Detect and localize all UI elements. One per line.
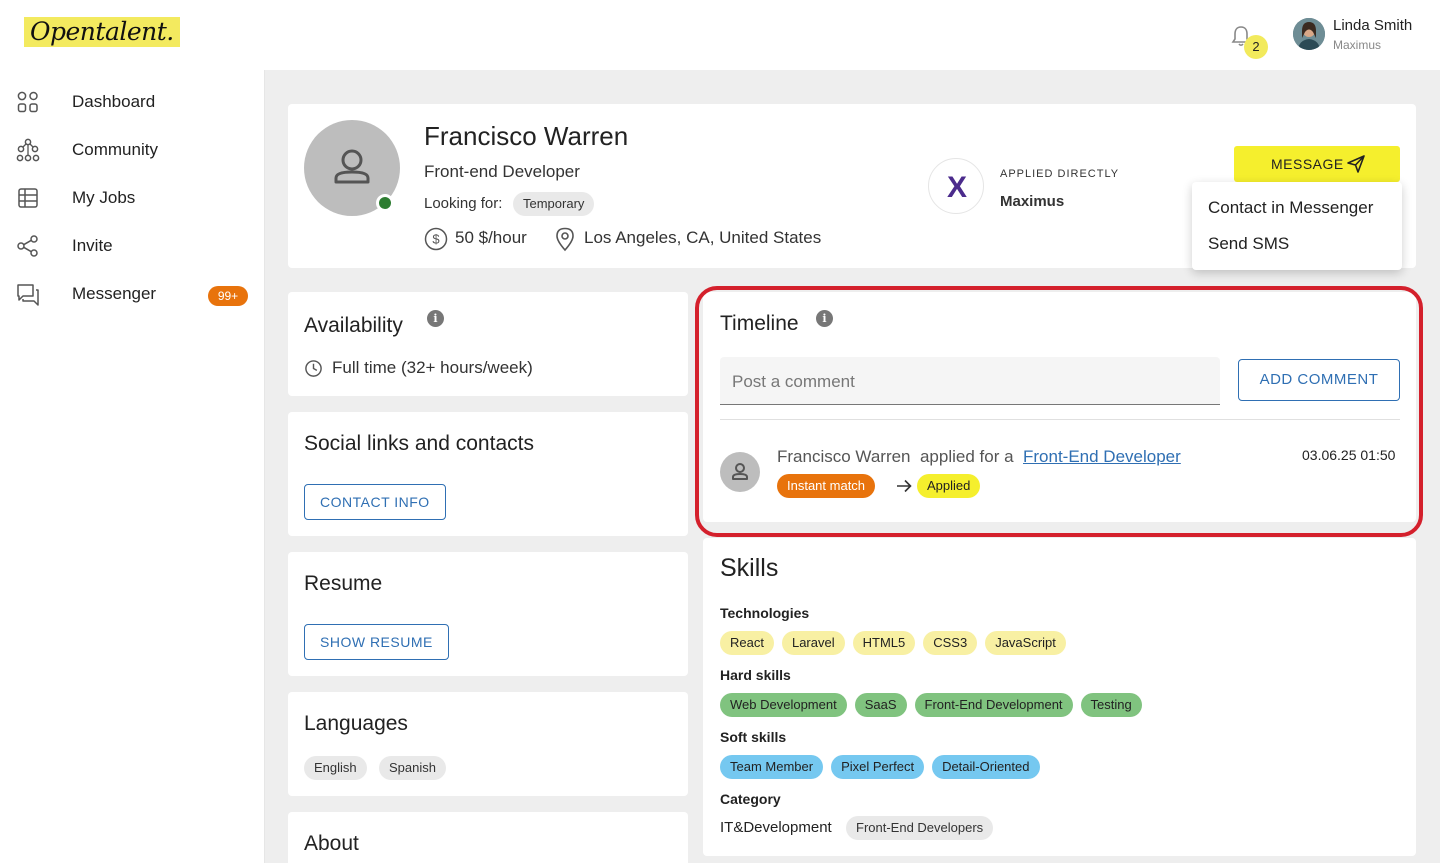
availability-title: Availability <box>304 314 403 337</box>
show-resume-button[interactable]: SHOW RESUME <box>304 624 449 660</box>
resume-title: Resume <box>304 572 383 595</box>
skill-chip: React <box>720 631 774 655</box>
company-logo: X <box>928 158 984 214</box>
company-name: Maximus <box>1000 193 1065 210</box>
category-value: IT&Development <box>720 819 832 836</box>
skill-chip: JavaScript <box>985 631 1066 655</box>
language-chip: Spanish <box>379 756 446 780</box>
sidebar-item-label: Community <box>72 140 158 159</box>
user-organization: Maximus <box>1333 38 1382 52</box>
sidebar-item-messenger[interactable]: Messenger 99+ <box>0 274 265 314</box>
sidebar-item-my-jobs[interactable]: My Jobs <box>0 178 265 218</box>
sidebar-item-community[interactable]: Community <box>0 130 265 170</box>
dashboard-icon <box>17 91 38 113</box>
messenger-unread-badge: 99+ <box>208 286 248 306</box>
menu-item-contact-in-messenger[interactable]: Contact in Messenger <box>1208 198 1373 218</box>
community-icon <box>16 138 40 162</box>
soft-skills-label: Soft skills <box>720 729 787 745</box>
location-pin-icon <box>556 227 574 252</box>
user-avatar[interactable] <box>1293 18 1325 50</box>
app-logo[interactable]: Opentalent. <box>24 17 180 47</box>
messenger-icon <box>17 284 39 306</box>
sidebar-item-invite[interactable]: Invite <box>0 226 265 266</box>
skill-chip: Front-End Development <box>914 693 1073 717</box>
skills-title: Skills <box>720 554 779 582</box>
candidate-location: Los Angeles, CA, United States <box>584 228 822 247</box>
jobs-icon <box>18 188 38 208</box>
user-name[interactable]: Linda Smith <box>1333 17 1412 34</box>
language-chip: English <box>304 756 367 780</box>
sidebar-item-label: Dashboard <box>72 92 156 111</box>
category-label: Category <box>720 791 781 807</box>
social-links-card: Social links and contacts CONTACT INFO <box>288 412 688 536</box>
availability-value: Full time (32+ hours/week) <box>332 358 533 377</box>
looking-for-label: Looking for: <box>424 195 503 212</box>
message-options-menu: Contact in Messenger Send SMS <box>1192 182 1402 270</box>
sidebar-item-label: My Jobs <box>72 188 136 207</box>
skill-chip: CSS3 <box>923 631 978 655</box>
timeline-highlight-outline <box>695 286 1423 537</box>
send-icon <box>1347 155 1365 173</box>
languages-card: Languages English Spanish <box>288 692 688 796</box>
skill-chip: Team Member <box>720 755 824 779</box>
notification-count-badge: 2 <box>1244 35 1268 59</box>
skill-chip: HTML5 <box>852 631 916 655</box>
sidebar-item-dashboard[interactable]: Dashboard <box>0 82 265 122</box>
looking-for-chip: Temporary <box>513 192 595 216</box>
technologies-list: React Laravel HTML5 CSS3 JavaScript <box>720 631 1066 655</box>
candidate-name: Francisco Warren <box>424 121 629 151</box>
hard-skills-label: Hard skills <box>720 667 791 683</box>
online-status-dot <box>376 194 394 212</box>
resume-card: Resume SHOW RESUME <box>288 552 688 676</box>
skill-chip: Testing <box>1080 693 1142 717</box>
skill-chip: Web Development <box>720 693 847 717</box>
message-button[interactable]: MESSAGE <box>1234 146 1400 182</box>
sidebar-item-label: Messenger <box>72 284 157 303</box>
social-links-title: Social links and contacts <box>304 432 534 455</box>
about-card: About <box>288 812 688 863</box>
clock-icon <box>305 360 322 377</box>
svg-text:$: $ <box>432 232 440 247</box>
sidebar: Dashboard Community My Jobs Invite Messe… <box>0 70 265 863</box>
skill-chip: Pixel Perfect <box>831 755 925 779</box>
category-chip: Front-End Developers <box>846 816 994 840</box>
about-title: About <box>304 832 359 855</box>
message-button-label: MESSAGE <box>1271 156 1344 172</box>
info-icon[interactable]: i <box>427 310 444 327</box>
skill-chip: Detail-Oriented <box>932 755 1040 779</box>
skill-chip: SaaS <box>854 693 907 717</box>
svg-text:X: X <box>947 171 967 204</box>
skill-chip: Laravel <box>781 631 845 655</box>
hard-skills-list: Web Development SaaS Front-End Developme… <box>720 693 1142 717</box>
availability-card: Availability i Full time (32+ hours/week… <box>288 292 688 396</box>
contact-info-button[interactable]: CONTACT INFO <box>304 484 446 520</box>
dollar-icon: $ <box>424 227 448 251</box>
menu-item-send-sms[interactable]: Send SMS <box>1208 234 1289 254</box>
top-bar: Opentalent. 2 Linda Smith Maximus <box>0 0 1440 70</box>
share-icon <box>17 235 38 257</box>
soft-skills-list: Team Member Pixel Perfect Detail-Oriente… <box>720 755 1040 779</box>
candidate-role: Front-end Developer <box>424 162 580 181</box>
sidebar-item-label: Invite <box>72 236 113 255</box>
skills-card: Skills Technologies React Laravel HTML5 … <box>703 538 1416 856</box>
hourly-rate: 50 $/hour <box>455 228 527 247</box>
technologies-label: Technologies <box>720 605 810 621</box>
applied-directly-label: APPLIED DIRECTLY <box>1000 168 1120 180</box>
languages-title: Languages <box>304 712 408 735</box>
